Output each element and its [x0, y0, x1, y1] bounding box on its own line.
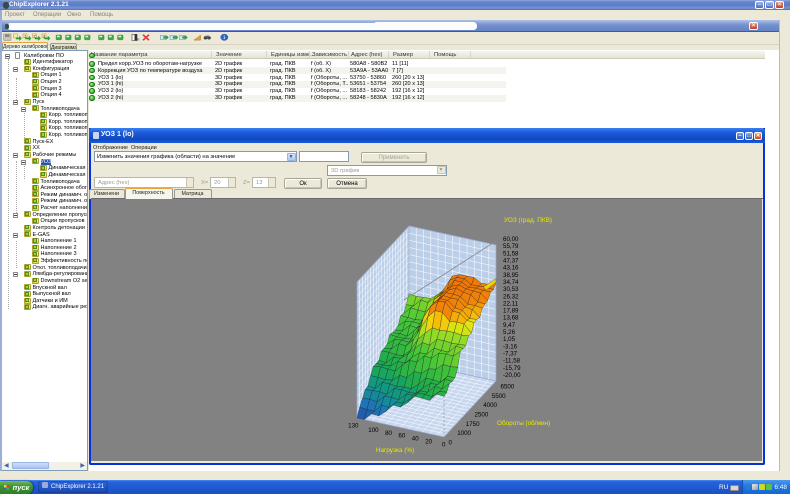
svg-text:51,58: 51,58	[503, 250, 519, 257]
svg-text:55,79: 55,79	[503, 243, 519, 250]
svg-text:n: n	[137, 36, 140, 41]
svg-text:17,89: 17,89	[503, 308, 519, 315]
svg-text:130: 130	[348, 423, 359, 430]
svg-text:-7,37: -7,37	[503, 351, 518, 358]
svg-text:30,53: 30,53	[503, 286, 519, 293]
svg-text:34,74: 34,74	[503, 279, 519, 286]
svg-text:47,37: 47,37	[503, 258, 519, 265]
svg-text:38,95: 38,95	[503, 272, 519, 279]
svg-text:5,26: 5,26	[503, 329, 516, 336]
svg-text:-20,00: -20,00	[503, 372, 521, 379]
svg-text:Нагрузка (%): Нагрузка (%)	[376, 447, 414, 454]
svg-text:20: 20	[425, 439, 432, 446]
svg-text:2: 2	[34, 34, 36, 38]
svg-text:60: 60	[398, 433, 405, 440]
svg-text:3: 3	[43, 34, 45, 38]
svg-text:1,05: 1,05	[503, 336, 516, 343]
svg-text:-11,58: -11,58	[503, 358, 521, 365]
svg-text:0: 0	[442, 442, 446, 449]
svg-text:1000: 1000	[457, 430, 471, 437]
svg-text:1750: 1750	[466, 421, 480, 428]
svg-text:60,00: 60,00	[503, 236, 519, 243]
svg-text:80: 80	[385, 430, 392, 437]
svg-text:6500: 6500	[501, 384, 515, 391]
svg-text:13,68: 13,68	[503, 315, 519, 322]
svg-text:100: 100	[368, 427, 379, 434]
svg-text:УОЗ (град. ПКВ): УОЗ (град. ПКВ)	[504, 217, 552, 224]
svg-text:0: 0	[449, 440, 453, 447]
svg-text:5500: 5500	[492, 393, 506, 400]
svg-text:-15,79: -15,79	[503, 365, 521, 372]
svg-text:-3,16: -3,16	[503, 343, 518, 350]
svg-text:26,32: 26,32	[503, 293, 519, 300]
svg-text:Обороты (об/мин): Обороты (об/мин)	[497, 419, 550, 427]
svg-text:40: 40	[412, 436, 419, 443]
svg-text:9,47: 9,47	[503, 322, 516, 329]
svg-text:2500: 2500	[475, 412, 489, 419]
svg-text:22,11: 22,11	[503, 300, 519, 307]
svg-text:4000: 4000	[483, 402, 497, 409]
svg-text:43,16: 43,16	[503, 265, 519, 272]
svg-text:1: 1	[24, 34, 26, 38]
